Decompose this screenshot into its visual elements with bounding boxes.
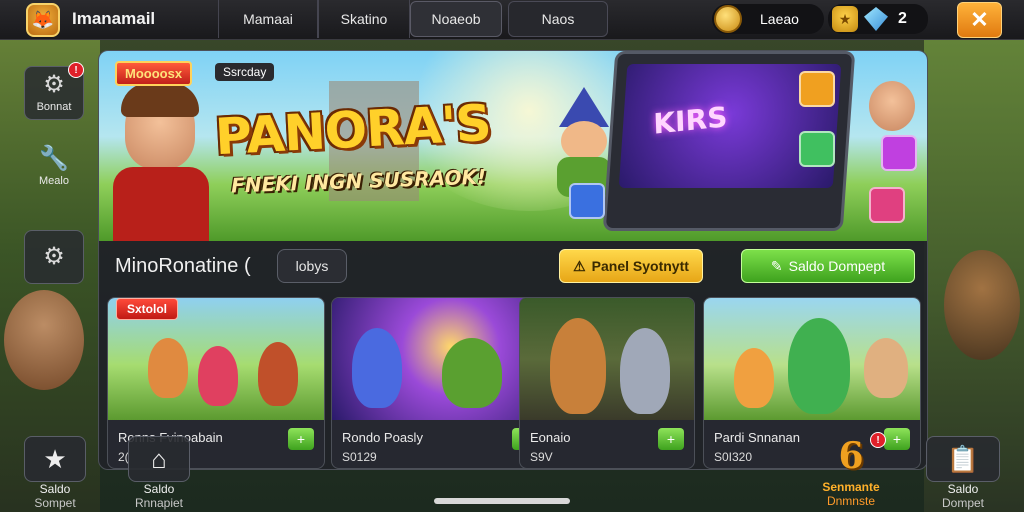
home-indicator[interactable]	[434, 498, 570, 504]
card-price: S0I320	[714, 450, 753, 464]
banner-tag-secondary: Ssrcday	[215, 63, 275, 81]
game-tile	[799, 71, 835, 107]
game-card-4[interactable]: Pardi Snnanan S0I320 +	[703, 297, 921, 469]
plus-icon: +	[296, 431, 306, 447]
warning-icon: ⚠	[573, 257, 586, 274]
bottom-nav-subtitle: Dnmnste	[826, 494, 875, 508]
bottom-nav-button[interactable]: ⌂	[128, 436, 190, 482]
sidebar-button-mealo[interactable]: 🔧 Mealo	[24, 140, 84, 194]
notification-badge: !	[68, 62, 84, 78]
banner-subtitle: FNEKI INGN SUSRAOK!	[230, 164, 487, 198]
bottom-nav-senmante[interactable]: 6 ! Senmante Dnmnste	[820, 432, 886, 508]
add-button[interactable]: +	[884, 428, 910, 450]
game-tile	[799, 131, 835, 167]
sidebar-button-settings[interactable]: ⚙	[24, 230, 84, 284]
add-button[interactable]: +	[658, 428, 684, 450]
top-bar: 🦊 Imanamail Mamaai Skatino Noaeob Naos L…	[0, 0, 1024, 40]
wrench-icon: 🔧	[39, 145, 69, 172]
card-image	[520, 298, 694, 420]
close-button[interactable]: ✕	[957, 2, 1002, 38]
main-panel: Moooosx Ssrcday PANORA'S FNEKI INGN SUSR…	[98, 50, 928, 470]
bottom-nav-title: Saldo	[947, 482, 979, 496]
laptop-screen-text: KIRS	[652, 100, 728, 141]
background-character-right	[944, 250, 1020, 360]
bottom-nav-subtitle: Rnnapiet	[134, 496, 184, 510]
section-title: MinoRonatine (	[115, 255, 251, 277]
game-tile	[569, 183, 605, 219]
card-title: Pardi Snnanan	[714, 430, 801, 445]
bottom-nav-label: Senmante Dnmnste	[822, 480, 879, 508]
bottom-nav-saldo-rnnapiet[interactable]: ⌂ Saldo Rnnapiet	[128, 436, 190, 510]
coin-balance[interactable]: Laeao	[712, 4, 824, 34]
saldo-dompet-button-label: Saldo Dompept	[788, 258, 886, 274]
bottom-nav-label: Saldo Dompet	[942, 482, 984, 510]
bottom-nav-saldo-dompet[interactable]: 📋 Saldo Dompet	[926, 436, 1000, 510]
tab-noaeob[interactable]: Noaeob	[410, 1, 502, 37]
panel-button-label: Panel Syotnytt	[591, 258, 689, 274]
bottom-nav-subtitle: Sompet	[34, 496, 76, 510]
sidebar-item-mealo[interactable]: 🔧 Mealo	[24, 140, 84, 194]
edit-icon: ✎	[770, 257, 783, 274]
panel-button[interactable]: ⚠ Panel Syotnytt	[559, 249, 703, 283]
add-button[interactable]: +	[288, 428, 314, 450]
game-tile	[869, 187, 905, 223]
card-price: S0129	[342, 450, 377, 464]
tab-skatino[interactable]: Skatino	[318, 0, 410, 38]
promo-banner[interactable]: Moooosx Ssrcday PANORA'S FNEKI INGN SUSR…	[99, 51, 927, 241]
game-card-3[interactable]: Eonaio S9V +	[519, 297, 695, 469]
bottom-nav-subtitle: Dompet	[941, 496, 985, 510]
background-character-left	[4, 290, 84, 390]
app-title: Imanamail	[72, 9, 156, 28]
home-icon: ⌂	[151, 443, 167, 474]
gem-value: 2	[898, 10, 907, 27]
bottom-nav-button[interactable]: ★	[24, 436, 86, 482]
plus-icon: +	[666, 431, 676, 447]
tab-bar: Mamaai Skatino Noaeob Naos	[218, 0, 608, 38]
coin-value: Laeao	[760, 11, 799, 27]
crown-badge-icon: ★	[832, 6, 858, 32]
tab-mamaai[interactable]: Mamaai	[218, 0, 318, 38]
notification-badge: !	[870, 432, 886, 448]
filter-chip-lobys[interactable]: lobys	[277, 249, 347, 283]
sidebar-item-label: Mealo	[39, 175, 69, 187]
card-tag: Sxtolol	[116, 298, 179, 320]
game-tile	[881, 135, 917, 171]
gem-balance[interactable]: ★ 2	[828, 4, 928, 34]
shield-logo-icon[interactable]: 🦊	[26, 3, 60, 37]
card-price: S9V	[530, 450, 553, 464]
banner-hero-character	[105, 81, 225, 241]
bottom-nav-saldo-sompet[interactable]: ★ Saldo Sompet	[24, 436, 86, 510]
card-image	[332, 298, 548, 420]
sidebar-item-bonnat[interactable]: ⚙ Bonnat !	[24, 62, 84, 120]
close-icon: ✕	[970, 7, 989, 32]
saldo-dompet-button[interactable]: ✎ Saldo Dompept	[741, 249, 915, 283]
gear-icon: ⚙	[43, 71, 65, 98]
coin-icon	[714, 5, 742, 33]
bottom-nav-title: Senmante	[822, 480, 880, 494]
banner-tag-primary: Moooosx	[115, 61, 193, 86]
tab-naos[interactable]: Naos	[508, 1, 608, 37]
sidebar-item-label: Bonnat	[36, 101, 72, 113]
plus-icon: +	[892, 431, 902, 447]
game-card-2[interactable]: Rondo Poasly S0129 +	[331, 297, 549, 469]
gem-icon	[864, 7, 888, 31]
clipboard-icon: 📋	[946, 443, 980, 474]
settings-icon: ⚙	[43, 243, 65, 270]
bottom-nav-title: Saldo	[143, 482, 175, 496]
card-title: Eonaio	[530, 430, 571, 445]
star-icon: ★	[43, 443, 67, 474]
bottom-nav-label: Saldo Rnnapiet	[135, 482, 183, 510]
banner-side-character	[869, 81, 915, 131]
sidebar-item-settings[interactable]: ⚙	[24, 230, 84, 284]
bottom-nav-button[interactable]: 📋	[926, 436, 1000, 482]
card-title: Rondo Poasly	[342, 430, 423, 445]
bottom-nav-label: Saldo Sompet	[34, 482, 75, 510]
card-image	[704, 298, 920, 420]
bottom-nav-title: Saldo	[39, 482, 71, 496]
